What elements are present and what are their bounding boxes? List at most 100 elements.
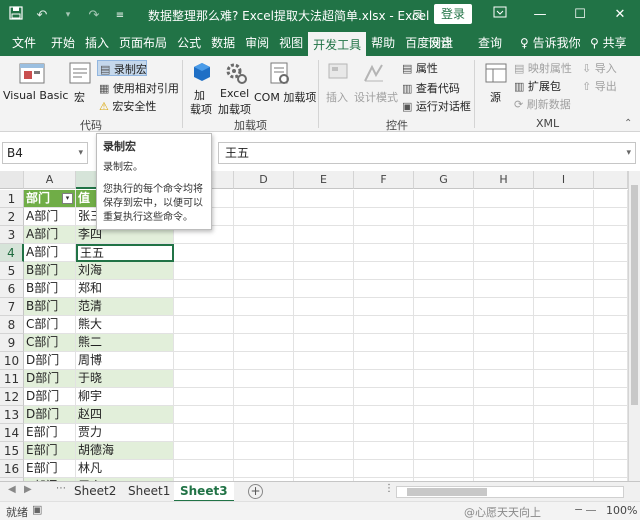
empty-cell[interactable] <box>294 334 354 352</box>
empty-cell[interactable] <box>414 388 474 406</box>
tell-me-box[interactable]: ♀ 告诉我你 <box>520 30 581 56</box>
empty-cell[interactable] <box>534 298 594 316</box>
empty-cell[interactable] <box>414 406 474 424</box>
table-cell-dept[interactable]: D部门 <box>24 388 76 406</box>
empty-cell[interactable] <box>474 226 534 244</box>
empty-cell[interactable] <box>414 460 474 478</box>
empty-cell[interactable] <box>474 370 534 388</box>
empty-cell[interactable] <box>234 298 294 316</box>
horizontal-scroll-thumb[interactable] <box>407 488 487 496</box>
empty-cell[interactable] <box>414 280 474 298</box>
row-header[interactable]: 11 <box>0 370 24 388</box>
empty-cell[interactable] <box>294 280 354 298</box>
table-cell-value[interactable]: 赵四 <box>76 406 174 424</box>
sheet-tab-sheet2[interactable]: Sheet2 <box>68 482 122 502</box>
empty-cell[interactable] <box>354 244 414 262</box>
table-cell-value[interactable]: 林凡 <box>76 460 174 478</box>
maximize-icon[interactable]: ☐ <box>560 0 600 30</box>
table-cell-dept[interactable]: D部门 <box>24 406 76 424</box>
empty-cell[interactable] <box>174 424 234 442</box>
empty-cell[interactable] <box>414 190 474 208</box>
empty-cell[interactable] <box>234 190 294 208</box>
empty-cell[interactable] <box>534 370 594 388</box>
empty-cell[interactable] <box>534 442 594 460</box>
empty-cell[interactable] <box>474 298 534 316</box>
empty-cell[interactable] <box>594 406 628 424</box>
refresh-data-button[interactable]: ⟳ 刷新数据 <box>514 96 571 112</box>
expand-formula-icon[interactable]: ▾ <box>626 143 631 163</box>
column-header-d[interactable]: D <box>234 171 294 189</box>
macro-record-status-icon[interactable]: ▣ <box>32 503 42 516</box>
empty-cell[interactable] <box>234 262 294 280</box>
addins-label-2[interactable]: 载项 <box>190 101 212 117</box>
import-button[interactable]: ⇩ 导入 <box>582 60 617 76</box>
empty-cell[interactable] <box>534 352 594 370</box>
close-icon[interactable]: ✕ <box>600 0 640 30</box>
worksheet-grid[interactable]: A B C D E F G H I 1部门▾值2A部门张三3A部门李四4A部门王… <box>0 171 628 481</box>
empty-cell[interactable] <box>594 424 628 442</box>
redo-icon[interactable]: ↷ <box>86 8 102 23</box>
row-header[interactable]: 5 <box>0 262 24 280</box>
empty-cell[interactable] <box>474 388 534 406</box>
visual-basic-button[interactable]: Visual Basic <box>3 89 68 102</box>
empty-cell[interactable] <box>174 334 234 352</box>
empty-cell[interactable] <box>294 244 354 262</box>
empty-cell[interactable] <box>354 334 414 352</box>
map-properties-button[interactable]: ▤ 映射属性 <box>514 60 572 76</box>
tab-help[interactable]: 帮助 <box>366 30 400 56</box>
record-macro-button[interactable]: ▤ 录制宏 <box>97 60 147 76</box>
empty-cell[interactable] <box>174 244 234 262</box>
empty-cell[interactable] <box>534 244 594 262</box>
collapse-ribbon-icon[interactable]: ⌃ <box>624 118 632 129</box>
empty-cell[interactable] <box>474 460 534 478</box>
login-button[interactable]: 登录 <box>434 4 472 24</box>
empty-cell[interactable] <box>294 298 354 316</box>
column-header-i[interactable]: I <box>534 171 594 189</box>
empty-cell[interactable] <box>174 316 234 334</box>
empty-cell[interactable] <box>294 388 354 406</box>
empty-cell[interactable] <box>594 370 628 388</box>
empty-cell[interactable] <box>414 316 474 334</box>
empty-cell[interactable] <box>234 388 294 406</box>
zoom-slider[interactable] <box>586 510 596 511</box>
sheet-tab-sheet1[interactable]: Sheet1 <box>122 482 176 502</box>
empty-cell[interactable] <box>594 280 628 298</box>
table-cell-dept[interactable]: B部门 <box>24 280 76 298</box>
table-header-cell[interactable]: 部门 ▾ <box>24 190 76 208</box>
row-header[interactable]: 13 <box>0 406 24 424</box>
excel-addins-label-2[interactable]: 加载项 <box>218 101 251 117</box>
table-cell-value[interactable]: 熊大 <box>76 316 174 334</box>
row-header[interactable]: 12 <box>0 388 24 406</box>
empty-cell[interactable] <box>234 460 294 478</box>
empty-cell[interactable] <box>354 424 414 442</box>
empty-cell[interactable] <box>594 460 628 478</box>
empty-cell[interactable] <box>534 406 594 424</box>
empty-cell[interactable] <box>414 244 474 262</box>
more-sheets-icon[interactable]: ⋯ <box>56 483 66 494</box>
empty-cell[interactable] <box>234 352 294 370</box>
empty-cell[interactable] <box>354 298 414 316</box>
empty-cell[interactable] <box>474 244 534 262</box>
empty-cell[interactable] <box>294 370 354 388</box>
empty-cell[interactable] <box>534 424 594 442</box>
empty-cell[interactable] <box>414 424 474 442</box>
relative-reference-button[interactable]: ▦ 使用相对引用 <box>99 80 179 96</box>
empty-cell[interactable] <box>294 208 354 226</box>
empty-cell[interactable] <box>354 262 414 280</box>
empty-cell[interactable] <box>474 316 534 334</box>
empty-cell[interactable] <box>534 262 594 280</box>
empty-cell[interactable] <box>294 190 354 208</box>
empty-cell[interactable] <box>534 316 594 334</box>
empty-cell[interactable] <box>534 208 594 226</box>
empty-cell[interactable] <box>474 280 534 298</box>
empty-cell[interactable] <box>474 262 534 280</box>
add-sheet-button[interactable]: + <box>248 484 263 499</box>
empty-cell[interactable] <box>534 460 594 478</box>
table-cell-dept[interactable]: B部门 <box>24 298 76 316</box>
excel-addins-label-1[interactable]: Excel <box>220 87 249 100</box>
tab-formulas[interactable]: 公式 <box>172 30 206 56</box>
sheet-tab-sheet3[interactable]: Sheet3 <box>174 482 234 502</box>
customize-icon[interactable]: ≡ <box>112 10 128 21</box>
dropdown-icon[interactable]: ▾ <box>60 10 76 20</box>
next-sheet-icon[interactable]: ▶ <box>24 484 32 495</box>
